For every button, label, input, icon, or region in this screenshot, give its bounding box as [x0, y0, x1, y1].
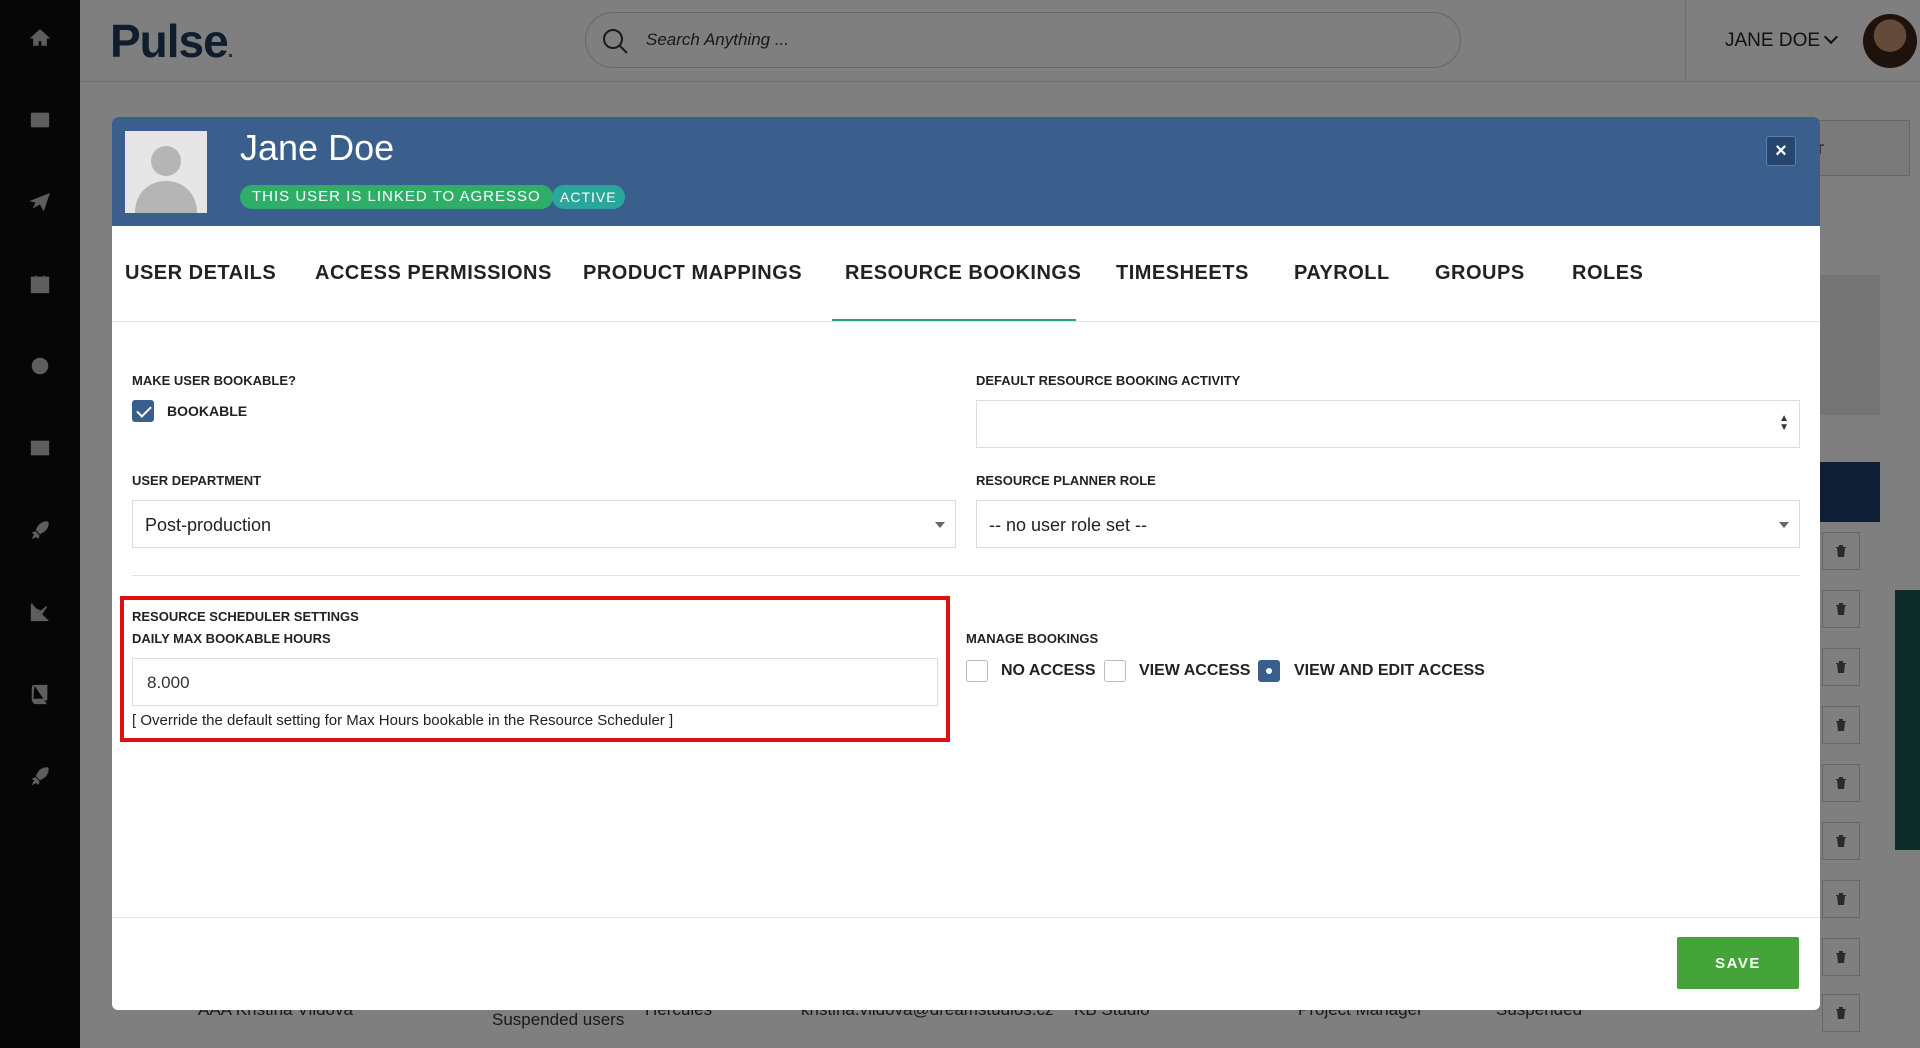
- view-edit-access-label: VIEW AND EDIT ACCESS: [1294, 662, 1485, 679]
- department-value: Post-production: [145, 515, 272, 535]
- tab-product-mappings[interactable]: PRODUCT MAPPINGS: [583, 262, 802, 285]
- user-silhouette-icon: [125, 131, 207, 213]
- view-access-label: VIEW ACCESS: [1139, 662, 1251, 679]
- daily-max-label: DAILY MAX BOOKABLE HOURS: [132, 631, 331, 646]
- default-activity-label: DEFAULT RESOURCE BOOKING ACTIVITY: [976, 373, 1241, 388]
- footer-divider: [112, 917, 1820, 918]
- select-arrows-icon: ▲ ▼: [1779, 413, 1789, 433]
- planner-role-select[interactable]: -- no user role set --: [976, 500, 1800, 548]
- department-label: USER DEPARTMENT: [132, 473, 262, 488]
- chevron-down-icon: [1779, 522, 1789, 528]
- close-button[interactable]: ×: [1766, 136, 1796, 166]
- profile-picture[interactable]: [125, 131, 207, 213]
- chevron-down-icon: [935, 522, 945, 528]
- tab-access-permissions[interactable]: ACCESS PERMISSIONS: [315, 262, 552, 285]
- user-name: Jane Doe: [240, 127, 395, 168]
- default-activity-select[interactable]: ▲ ▼: [976, 400, 1800, 448]
- daily-max-hint: [ Override the default setting for Max H…: [132, 712, 674, 729]
- no-access-option[interactable]: [966, 660, 988, 682]
- section-divider: [132, 575, 1800, 576]
- bookable-option-label: BOOKABLE: [167, 403, 248, 419]
- tab-payroll[interactable]: PAYROLL: [1294, 262, 1390, 285]
- bookable-label: MAKE USER BOOKABLE?: [132, 373, 296, 388]
- manage-bookings-label: MANAGE BOOKINGS: [966, 631, 1099, 646]
- user-modal: Jane Doe THIS USER IS LINKED TO AGRESSO …: [112, 117, 1820, 1010]
- view-edit-access-option[interactable]: [1258, 660, 1280, 682]
- agresso-linked-badge: THIS USER IS LINKED TO AGRESSO: [240, 185, 553, 209]
- modal-tabs: USER DETAILS ACCESS PERMISSIONS PRODUCT …: [112, 226, 1820, 322]
- active-tab-indicator: [832, 319, 1076, 321]
- save-button[interactable]: SAVE: [1677, 937, 1799, 989]
- planner-role-value: -- no user role set --: [989, 515, 1148, 535]
- tab-roles[interactable]: ROLES: [1572, 262, 1643, 285]
- scheduler-settings-label: RESOURCE SCHEDULER SETTINGS: [132, 609, 359, 624]
- status-badge: ACTIVE: [552, 185, 625, 209]
- tab-groups[interactable]: GROUPS: [1435, 262, 1525, 285]
- view-access-option[interactable]: [1104, 660, 1126, 682]
- tab-user-details[interactable]: USER DETAILS: [125, 262, 276, 285]
- daily-max-hours-input[interactable]: 8.000: [132, 658, 938, 706]
- no-access-label: NO ACCESS: [1001, 662, 1096, 679]
- modal-header: Jane Doe THIS USER IS LINKED TO AGRESSO …: [112, 117, 1820, 226]
- planner-role-label: RESOURCE PLANNER ROLE: [976, 473, 1156, 488]
- tab-resource-bookings[interactable]: RESOURCE BOOKINGS: [845, 262, 1081, 285]
- department-select[interactable]: Post-production: [132, 500, 956, 548]
- bookable-checkbox[interactable]: [132, 400, 154, 422]
- tab-timesheets[interactable]: TIMESHEETS: [1116, 262, 1249, 285]
